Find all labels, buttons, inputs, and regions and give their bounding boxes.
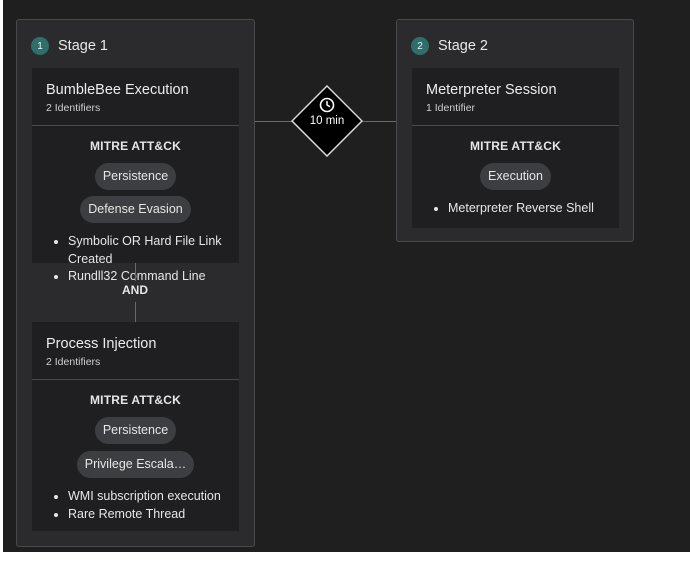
stage-1-panel[interactable]: 1 Stage 1 BumbleBee Execution 2 Identifi… xyxy=(16,19,255,547)
card-identifier-count: 2 Identifiers xyxy=(46,356,101,368)
detection-card-bumblebee[interactable]: BumbleBee Execution 2 Identifiers MITRE … xyxy=(32,68,239,283)
mitre-heading: MITRE ATT&CK xyxy=(89,139,182,153)
detection-card-process-injection[interactable]: Process Injection 2 Identifiers MITRE AT… xyxy=(32,322,239,531)
identifier-item: WMI subscription execution xyxy=(68,488,231,506)
identifier-list: Meterpreter Reverse Shell xyxy=(412,200,619,218)
stage-2-header: 2 Stage 2 xyxy=(411,36,488,56)
card-title: Meterpreter Session xyxy=(426,82,557,98)
tactic-chip-execution[interactable]: Execution xyxy=(480,163,551,190)
detection-card-meterpreter[interactable]: Meterpreter Session 1 Identifier MITRE A… xyxy=(412,68,619,228)
stage-number-badge: 1 xyxy=(31,37,49,55)
identifier-item: Rundll32 Command Line xyxy=(68,268,231,286)
and-connector-top xyxy=(135,263,136,281)
stage-number-badge: 2 xyxy=(411,37,429,55)
and-operator-label: AND xyxy=(122,283,148,297)
stage-1-header: 1 Stage 1 xyxy=(31,36,108,56)
identifier-item: Symbolic OR Hard File Link Created xyxy=(68,233,231,268)
stage-link-right xyxy=(362,121,396,122)
identifier-list: WMI subscription execution Rare Remote T… xyxy=(32,488,239,523)
stage-2-panel[interactable]: 2 Stage 2 Meterpreter Session 1 Identifi… xyxy=(396,19,634,242)
card-identifier-count: 2 Identifiers xyxy=(46,102,101,114)
time-window-label: 10 min xyxy=(309,115,345,127)
tactic-chip-persistence[interactable]: Persistence xyxy=(94,163,177,190)
tactic-chip-persistence[interactable]: Persistence xyxy=(94,417,177,444)
card-title: BumbleBee Execution xyxy=(46,82,189,98)
clock-icon xyxy=(319,97,335,113)
mitre-heading: MITRE ATT&CK xyxy=(89,393,182,407)
and-connector-bottom xyxy=(135,302,136,322)
identifier-item: Meterpreter Reverse Shell xyxy=(448,200,611,218)
card-identifier-count: 1 Identifier xyxy=(426,102,476,114)
workflow-canvas: 1 Stage 1 BumbleBee Execution 2 Identifi… xyxy=(3,0,690,552)
identifier-item: Rare Remote Thread xyxy=(68,506,231,524)
card-title: Process Injection xyxy=(46,336,157,352)
stage-link-left xyxy=(255,121,292,122)
tactic-chip-defense-evasion[interactable]: Defense Evasion xyxy=(80,196,191,223)
mitre-heading: MITRE ATT&CK xyxy=(469,139,562,153)
stage-title: Stage 2 xyxy=(438,38,488,54)
tactic-chip-privilege-escalation[interactable]: Privilege Escala… xyxy=(76,451,195,478)
stage-title: Stage 1 xyxy=(58,38,108,54)
time-window-node[interactable]: 10 min xyxy=(291,85,363,157)
